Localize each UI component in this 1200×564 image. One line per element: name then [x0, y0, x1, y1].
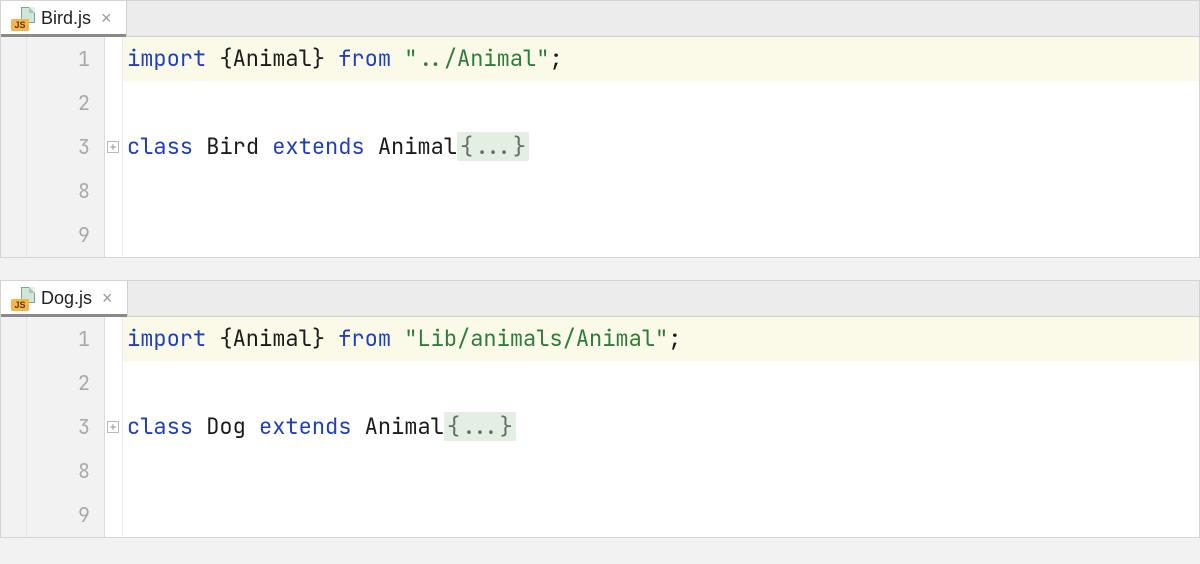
- js-badge: JS: [11, 299, 29, 311]
- fold-expand-icon[interactable]: +: [107, 141, 119, 153]
- code-line: import {Animal} from "../Animal";: [123, 37, 1199, 81]
- tab-filename: Dog.js: [41, 288, 92, 309]
- editor-body: 1 2 3 8 9 + import {Animal} from "Lib/an…: [1, 317, 1199, 537]
- close-icon[interactable]: ×: [97, 8, 116, 29]
- line-number: 2: [78, 370, 90, 396]
- code-area[interactable]: import {Animal} from "../Animal"; class …: [123, 37, 1199, 257]
- editor-body: 1 2 3 8 9 + import {Animal} from "../Ani…: [1, 37, 1199, 257]
- line-number: 3: [78, 414, 90, 440]
- code-area[interactable]: import {Animal} from "Lib/animals/Animal…: [123, 317, 1199, 537]
- line-number-gutter: 1 2 3 8 9: [27, 317, 105, 537]
- code-line: [123, 449, 1199, 493]
- file-tab-bird[interactable]: JS Bird.js ×: [1, 1, 127, 36]
- tab-bar: JS Bird.js ×: [1, 1, 1199, 37]
- file-tab-dog[interactable]: JS Dog.js ×: [1, 281, 128, 316]
- js-badge: JS: [11, 19, 29, 31]
- editor-pane: JS Dog.js × 1 2 3 8 9 + import {Animal} …: [0, 280, 1200, 538]
- code-line: import {Animal} from "Lib/animals/Animal…: [123, 317, 1199, 361]
- fold-gutter: +: [105, 317, 123, 537]
- breakpoint-gutter[interactable]: [1, 37, 27, 257]
- folded-block[interactable]: {...}: [444, 412, 516, 441]
- js-file-icon: JS: [11, 7, 35, 31]
- line-number: 9: [78, 502, 90, 528]
- folded-block[interactable]: {...}: [457, 132, 529, 161]
- tab-bar: JS Dog.js ×: [1, 281, 1199, 317]
- line-number: 3: [78, 134, 90, 160]
- code-line: class Dog extends Animal{...}: [123, 405, 1199, 449]
- fold-gutter: +: [105, 37, 123, 257]
- line-number: 8: [78, 178, 90, 204]
- code-line: [123, 81, 1199, 125]
- code-line: class Bird extends Animal{...}: [123, 125, 1199, 169]
- line-number: 1: [78, 326, 90, 352]
- code-line: [123, 169, 1199, 213]
- line-number-gutter: 1 2 3 8 9: [27, 37, 105, 257]
- line-number: 1: [78, 46, 90, 72]
- code-line: [123, 493, 1199, 537]
- tab-filename: Bird.js: [41, 8, 91, 29]
- line-number: 8: [78, 458, 90, 484]
- close-icon[interactable]: ×: [98, 288, 117, 309]
- line-number: 2: [78, 90, 90, 116]
- code-line: [123, 213, 1199, 257]
- line-number: 9: [78, 222, 90, 248]
- js-file-icon: JS: [11, 287, 35, 311]
- fold-expand-icon[interactable]: +: [107, 421, 119, 433]
- code-line: [123, 361, 1199, 405]
- breakpoint-gutter[interactable]: [1, 317, 27, 537]
- editor-pane: JS Bird.js × 1 2 3 8 9 + import {Animal}…: [0, 0, 1200, 258]
